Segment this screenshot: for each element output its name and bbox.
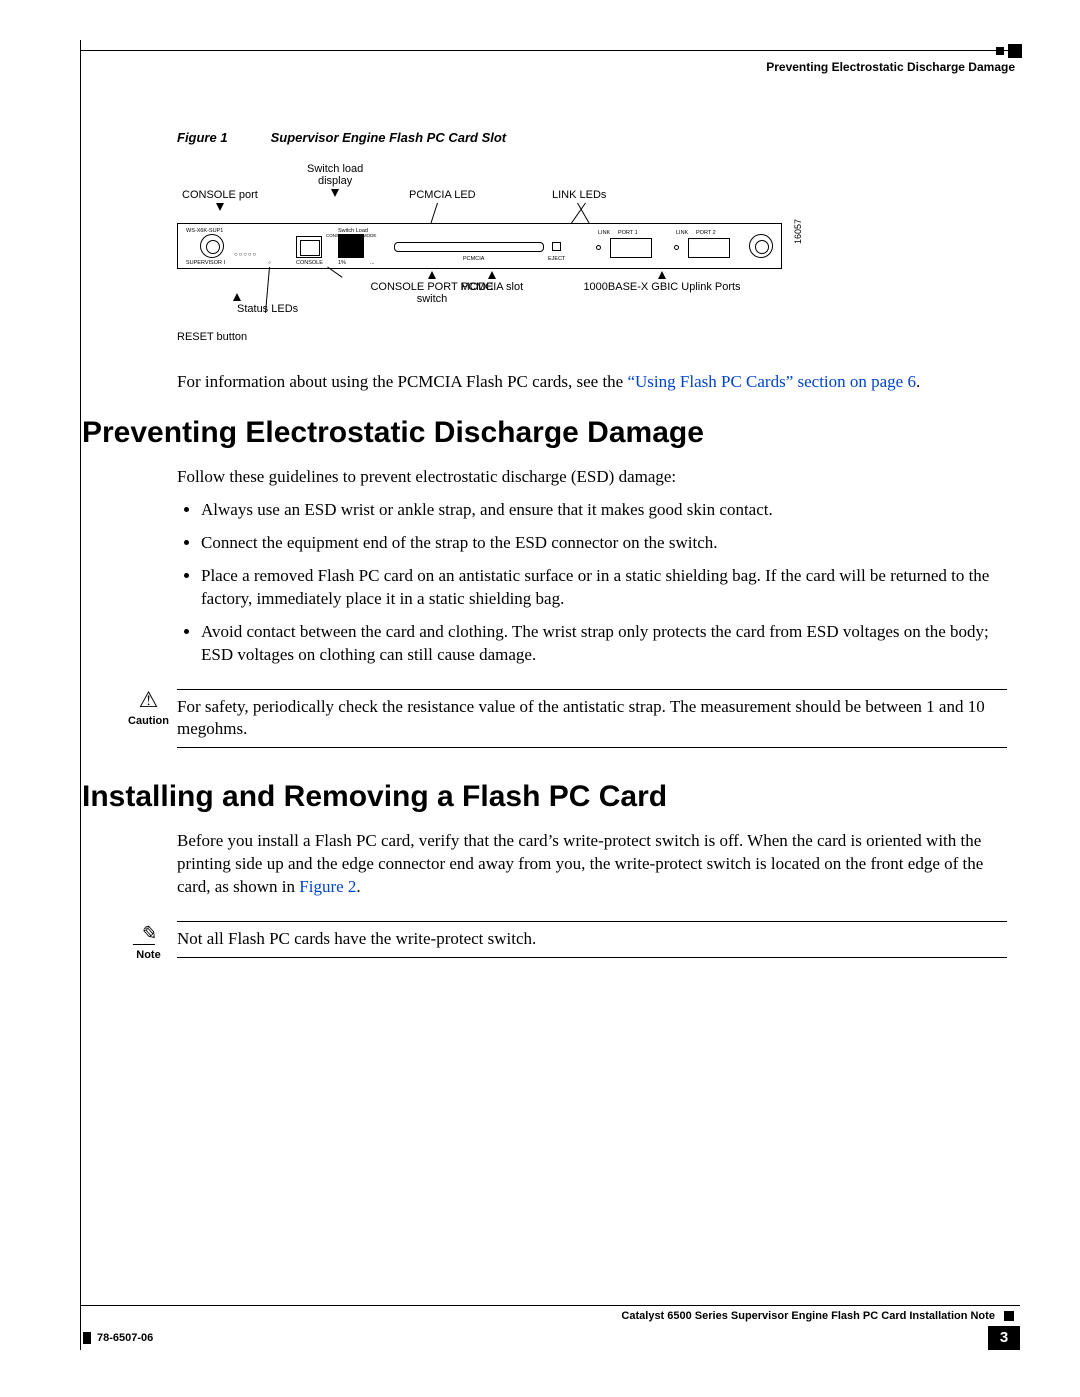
callout-switch-load: Switch load display [307, 163, 363, 197]
screw-right-icon [749, 234, 773, 258]
section2-title: Installing and Removing a Flash PC Card [82, 780, 1007, 814]
list-item: Connect the equipment end of the strap t… [201, 532, 1007, 555]
intro-paragraph: For information about using the PCMCIA F… [177, 371, 1007, 394]
console-port-icon [296, 236, 322, 258]
figure1-caption-text: Supervisor Engine Flash PC Card Slot [271, 130, 507, 145]
callout-pcmcia-slot: PCMCIA slot [447, 271, 537, 293]
footer-doc-number: 78-6507-06 [83, 1332, 153, 1344]
caution-text: For safety, periodically check the resis… [177, 689, 1007, 749]
note-block: Note Not all Flash PC cards have the wri… [120, 921, 1007, 961]
figure1-diagram: CONSOLE port Switch load display PCMCIA … [177, 163, 797, 353]
caution-block: ⚠ Caution For safety, periodically check… [120, 689, 1007, 749]
gbic-port2-icon [688, 238, 730, 258]
callout-pcmcia-led: PCMCIA LED [409, 189, 476, 201]
status-leds-icon: ○○○○○ [234, 252, 257, 258]
load-display-icon [338, 234, 364, 258]
screw-left-icon [200, 234, 224, 258]
section2-paragraph: Before you install a Flash PC card, veri… [177, 830, 1007, 899]
supervisor-panel: WS-X6K-SUP1 SUPERVISOR I ○○○○○ ○ CONSOLE… [177, 223, 782, 269]
xref-using-flash-pc-cards[interactable]: “Using Flash PC Cards” section on page 6 [627, 372, 916, 391]
note-icon [135, 921, 162, 937]
eject-button-icon [552, 242, 561, 251]
section1-lead: Follow these guidelines to prevent elect… [177, 466, 1007, 489]
pcmcia-slot-icon [394, 242, 544, 252]
header-corner-marker [1008, 44, 1022, 58]
esd-guidelines-list: Always use an ESD wrist or ankle strap, … [201, 499, 1007, 667]
figure1-label: Figure 1 [177, 130, 267, 145]
callout-link-leds: LINK LEDs [552, 189, 606, 201]
callout-status-leds: Status LEDs [177, 293, 298, 315]
list-item: Always use an ESD wrist or ankle strap, … [201, 499, 1007, 522]
callout-console-port: CONSOLE port [182, 189, 258, 211]
section1-title: Preventing Electrostatic Discharge Damag… [82, 416, 1007, 450]
page-footer: Catalyst 6500 Series Supervisor Engine F… [81, 1305, 1020, 1350]
list-item: Avoid contact between the card and cloth… [201, 621, 1007, 667]
header-rule [81, 50, 1020, 51]
footer-marker-icon [1004, 1311, 1014, 1321]
gbic-port1-icon [610, 238, 652, 258]
figure-id-number: 16057 [793, 219, 803, 244]
page-number: 3 [988, 1326, 1020, 1350]
figure1-caption: Figure 1 Supervisor Engine Flash PC Card… [177, 130, 1007, 145]
list-item: Place a removed Flash PC card on an anti… [201, 565, 1007, 611]
xref-figure2[interactable]: Figure 2 [299, 877, 356, 896]
callout-uplink-ports: 1000BASE-X GBIC Uplink Ports [547, 271, 777, 293]
note-text: Not all Flash PC cards have the write-pr… [177, 921, 1007, 958]
caution-icon: ⚠ [120, 689, 177, 711]
note-label: Note [120, 949, 177, 961]
running-head: Preventing Electrostatic Discharge Damag… [766, 60, 1015, 74]
caution-label: Caution [120, 715, 177, 727]
callout-reset-button: RESET button [177, 331, 247, 343]
footer-doc-title: Catalyst 6500 Series Supervisor Engine F… [621, 1310, 995, 1322]
